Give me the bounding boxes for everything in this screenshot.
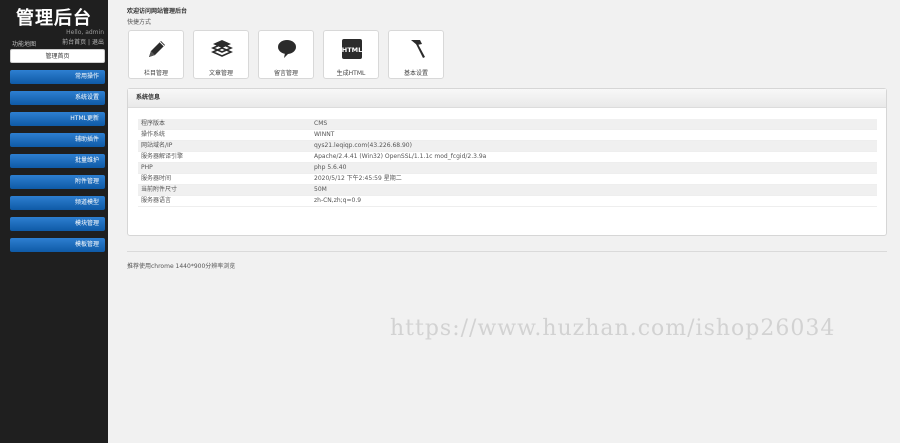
table-row: 服务器解译引擎 Apache/2.4.41 (Win32) OpenSSL/1.1… [138, 152, 877, 163]
row-value: 2020/5/12 下午2:45:59 星期二 [314, 175, 402, 182]
shortcut-label: 生成HTML [336, 70, 366, 77]
menu-item-plugins[interactable]: 辅助插件 [10, 133, 105, 147]
row-value: qys21.leqiqp.com(43.226.68.90) [314, 142, 412, 149]
shortcut-generate-html[interactable]: HTML 生成HTML [323, 30, 379, 79]
shortcuts-bar: 栏目管理 文章管理 留言管理 HTML 生成HTML 基本设置 [128, 30, 453, 79]
row-key: 服务器解译引擎 [141, 153, 184, 160]
html-icon: HTML [342, 39, 362, 59]
browser-tip: 推荐使用chrome 1440*900分辨率浏览 [127, 263, 236, 270]
user-greeting: Hello, admin [66, 29, 104, 36]
table-row: 操作系统 WINNT [138, 130, 877, 141]
top-links: 前台首页 | 退出 [62, 37, 104, 46]
row-value: zh-CN,zh;q=0.9 [314, 197, 362, 204]
menu-item-modules[interactable]: 模块管理 [10, 217, 105, 231]
welcome-text: 欢迎访问网站管理后台 [127, 8, 188, 15]
row-key: PHP [141, 164, 153, 171]
table-row: 服务器时间 2020/5/12 下午2:45:59 星期二 [138, 174, 877, 185]
row-key: 操作系统 [141, 131, 166, 138]
divider [127, 251, 887, 252]
shortcut-label: 栏目管理 [143, 70, 168, 77]
row-key: 当前附件尺寸 [141, 186, 178, 193]
table-row: PHP php 5.6.40 [138, 163, 877, 174]
row-value: CMS [314, 120, 328, 127]
table-row: 当前附件尺寸 50M [138, 185, 877, 196]
row-key: 服务器时间 [141, 175, 172, 182]
shortcut-label: 基本设置 [403, 70, 428, 77]
shortcut-label: 留言管理 [273, 70, 298, 77]
menu-item-templates[interactable]: 模板管理 [10, 238, 105, 252]
table-row: 网站域名/IP qys21.leqiqp.com(43.226.68.90) [138, 141, 877, 152]
menu-item-channel-models[interactable]: 频道模型 [10, 196, 105, 210]
logo: 管理后台 [16, 8, 92, 29]
row-value: WINNT [314, 131, 335, 138]
hammer-icon [411, 40, 425, 58]
row-key: 服务器语言 [141, 197, 172, 204]
menu-item-html-update[interactable]: HTML更新 [10, 112, 105, 126]
table-row: 服务器语言 zh-CN,zh;q=0.9 [138, 196, 877, 207]
table-row: 程序版本 CMS [138, 119, 877, 130]
row-key: 网站域名/IP [141, 142, 173, 149]
shortcut-basic-settings[interactable]: 基本设置 [388, 30, 444, 79]
frontend-home-link[interactable]: 前台首页 [62, 39, 86, 46]
row-value: 50M [314, 186, 327, 193]
row-value: php 5.6.40 [314, 164, 347, 171]
menu-item-admin-home[interactable]: 管理首页 [10, 49, 105, 63]
logout-link[interactable]: 退出 [92, 39, 104, 46]
sidebar-menu: 管理首页 常用操作 系统设置 HTML更新 辅助插件 批量维护 附件管理 频道模… [10, 49, 105, 259]
watermark-text: https://www.huzhan.com/ishop26034 [390, 316, 836, 341]
row-key: 程序版本 [141, 120, 166, 127]
menu-item-common-ops[interactable]: 常用操作 [10, 70, 105, 84]
shortcut-message-manage[interactable]: 留言管理 [258, 30, 314, 79]
pencil-icon [149, 41, 165, 57]
menu-item-system-settings[interactable]: 系统设置 [10, 91, 105, 105]
system-info-panel: 系统信息 程序版本 CMS 操作系统 WINNT 网站域名/IP qys21.leqi… [127, 88, 887, 236]
menu-item-batch-maintenance[interactable]: 批量维护 [10, 154, 105, 168]
system-info-title: 系统信息 [128, 89, 886, 108]
stack-icon [211, 40, 233, 57]
shortcuts-title: 快捷方式 [127, 19, 152, 26]
speech-bubble-icon [278, 40, 296, 58]
menu-item-attachments[interactable]: 附件管理 [10, 175, 105, 189]
main-content: 欢迎访问网站管理后台 快捷方式 栏目管理 文章管理 留言管理 HTML 生成HT… [108, 0, 900, 443]
system-info-table: 程序版本 CMS 操作系统 WINNT 网站域名/IP qys21.leqiqp.co… [138, 119, 877, 207]
shortcut-column-manage[interactable]: 栏目管理 [128, 30, 184, 79]
html-icon-text: HTML [342, 46, 362, 54]
shortcut-label: 文章管理 [208, 70, 233, 77]
shortcut-article-manage[interactable]: 文章管理 [193, 30, 249, 79]
function-map-link[interactable]: 功能地图 [12, 39, 36, 48]
sidebar: 管理后台 Hello, admin 功能地图 前台首页 | 退出 管理首页 常用… [0, 0, 108, 443]
row-value: Apache/2.4.41 (Win32) OpenSSL/1.1.1c mod… [314, 153, 487, 160]
